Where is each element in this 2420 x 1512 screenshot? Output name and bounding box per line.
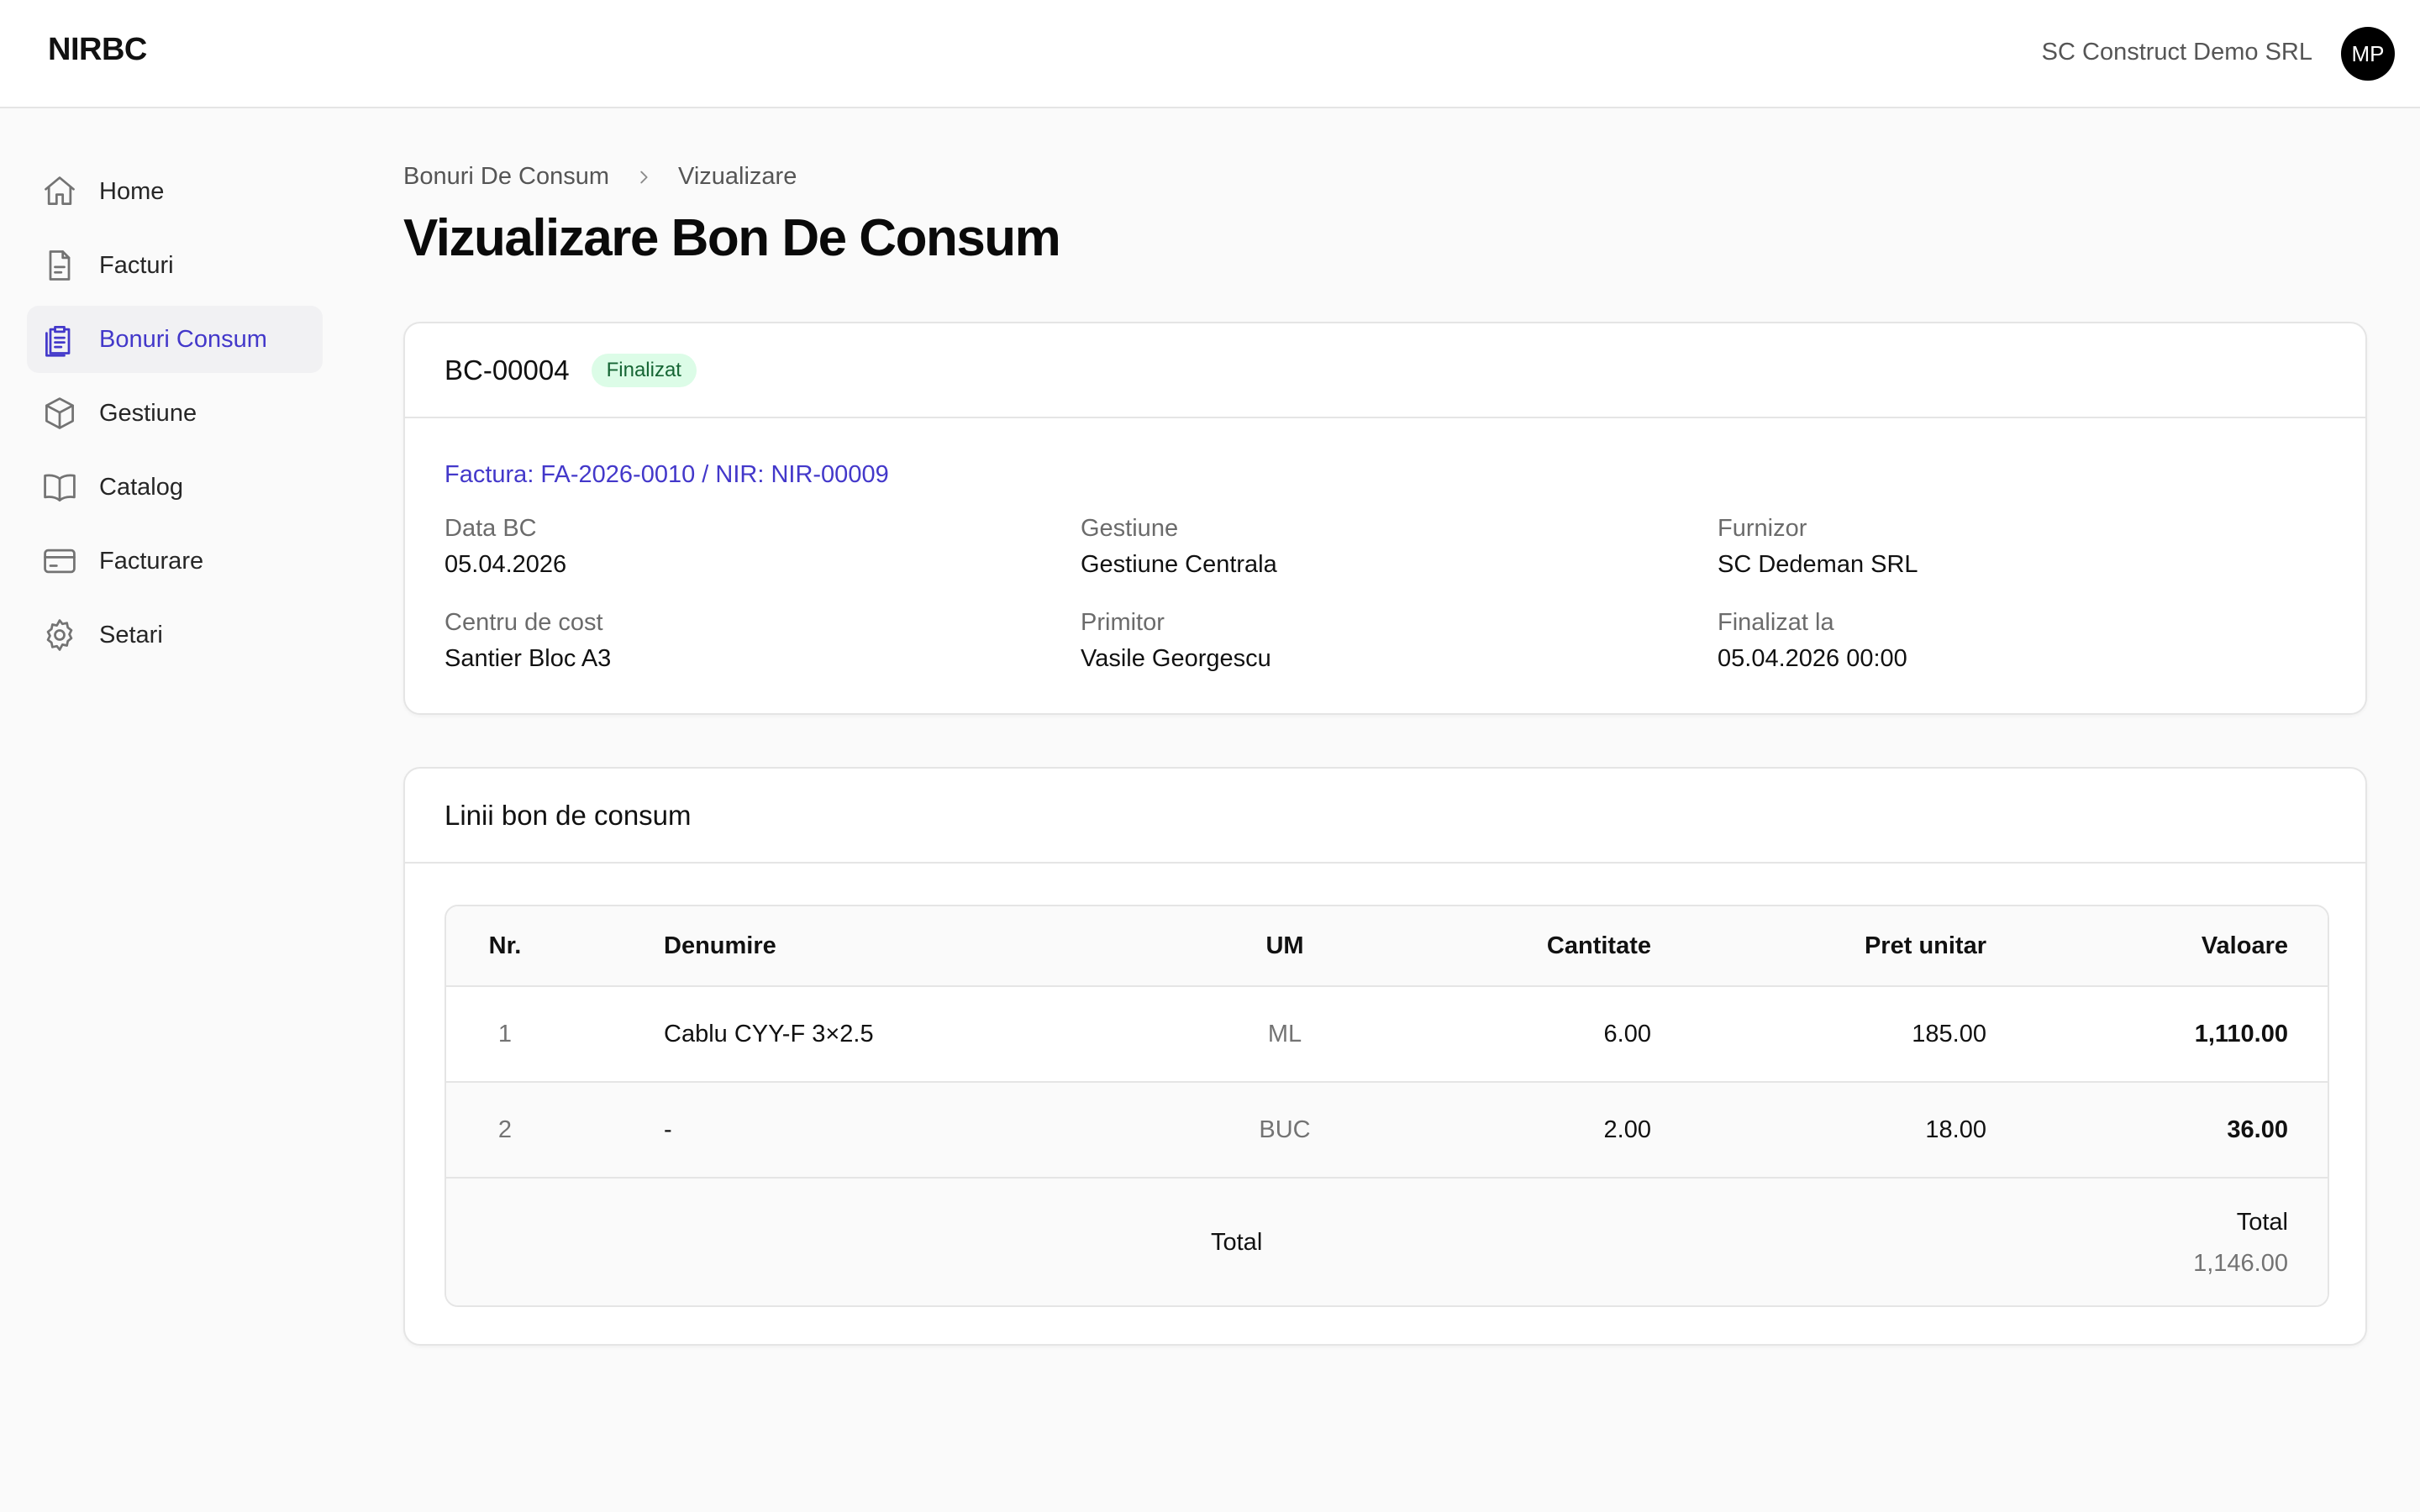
footer-total-summary: Total 1,146.00 (2193, 1209, 2288, 1278)
column-header-um[interactable]: UM (1219, 906, 1350, 985)
field-label: Furnizor (1718, 515, 1807, 542)
avatar[interactable]: MP (2341, 27, 2395, 81)
field-data-bc: Data BC 05.04.2026 (445, 515, 566, 579)
sidebar: Home Facturi Bonuri Consum Gestiune Cata… (27, 158, 323, 675)
breadcrumb: Bonuri De Consum Vizualizare (403, 163, 797, 191)
cell-um: BUC (1259, 1116, 1311, 1143)
consumption-lines-card: Linii bon de consum Nr. Denumire UM Cant… (403, 767, 2367, 1346)
sidebar-item-label: Gestiune (99, 399, 197, 427)
sidebar-item-label: Facturare (99, 547, 204, 575)
column-header-valoare[interactable]: Valoare (2036, 906, 2288, 985)
table-row[interactable]: 2 - BUC 2.00 18.00 36.00 (446, 1083, 2328, 1179)
footer-total-value: 1,146.00 (2193, 1250, 2288, 1277)
sidebar-item-gestiune[interactable]: Gestiune (27, 380, 323, 447)
field-finalizat-la: Finalizat la 05.04.2026 00:00 (1718, 609, 1907, 673)
sidebar-item-catalog[interactable]: Catalog (27, 454, 323, 521)
card-header: BC-00004 Finalizat (405, 323, 2365, 418)
breadcrumb-current: Vizualizare (678, 163, 797, 190)
cell-denumire: - (664, 1116, 672, 1143)
field-gestiune: Gestiune Gestiune Centrala (1081, 515, 1277, 579)
cell-cantitate: 2.00 (1603, 1116, 1651, 1143)
field-value: SC Dedeman SRL (1718, 551, 1918, 578)
column-header-nr[interactable]: Nr. (446, 906, 564, 985)
field-centru-cost: Centru de cost Santier Bloc A3 (445, 609, 611, 673)
footer-total-title: Total (2236, 1209, 2288, 1236)
sidebar-item-label: Bonuri Consum (99, 325, 267, 353)
book-icon (44, 474, 76, 501)
sidebar-item-label: Catalog (99, 473, 183, 501)
sidebar-item-facturare[interactable]: Facturare (27, 528, 323, 595)
document-details-card: BC-00004 Finalizat Factura: FA-2026-0010… (403, 322, 2367, 715)
home-icon (45, 176, 75, 206)
field-value: 05.04.2026 00:00 (1718, 645, 1907, 672)
document-number: BC-00004 (445, 354, 570, 386)
cell-pret-unitar: 185.00 (1912, 1020, 1986, 1047)
company-name[interactable]: SC Construct Demo SRL (2042, 39, 2312, 66)
field-label: Gestiune (1081, 515, 1179, 542)
cell-nr: 2 (497, 1116, 513, 1143)
status-badge: Finalizat (591, 353, 697, 387)
chevron-right-icon (634, 168, 653, 186)
field-value: 05.04.2026 (445, 551, 567, 578)
footer-total-label: Total (1211, 1229, 1263, 1256)
field-label: Primitor (1081, 609, 1165, 636)
cell-nr: 1 (497, 1020, 513, 1047)
cell-pret-unitar: 18.00 (1925, 1116, 1986, 1143)
lines-table: Nr. Denumire UM Cantitate Pret unitar Va… (445, 905, 2329, 1307)
invoice-nir-link[interactable]: Factura: FA-2026-0010 / NIR: NIR-00009 (445, 461, 889, 489)
breadcrumb-link-bonuri[interactable]: Bonuri De Consum (403, 163, 609, 191)
cell-um: ML (1267, 1020, 1302, 1047)
box-icon (45, 397, 74, 429)
file-icon (49, 250, 71, 281)
cell-valoare: 36.00 (2227, 1116, 2288, 1143)
sidebar-item-label: Home (99, 177, 165, 205)
field-value: Gestiune Centrala (1081, 551, 1277, 578)
column-header-pret-unitar[interactable]: Pret unitar (1734, 906, 1986, 985)
sidebar-item-setari[interactable]: Setari (27, 601, 323, 669)
brand-logo[interactable]: NIRBC (48, 32, 147, 68)
cell-denumire: Cablu CYY-F 3×2.5 (664, 1020, 874, 1047)
cell-valoare: 1,110.00 (2194, 1020, 2288, 1047)
field-primitor: Primitor Vasile Georgescu (1081, 609, 1271, 673)
column-header-cantitate[interactable]: Cantitate (1399, 906, 1651, 985)
page-title: Vizualizare Bon De Consum (403, 209, 1061, 267)
field-label: Finalizat la (1718, 609, 1834, 636)
field-label: Centru de cost (445, 609, 603, 636)
gear-icon (46, 619, 73, 651)
top-bar: NIRBC SC Construct Demo SRL MP (0, 0, 2420, 108)
sidebar-item-bonuri-consum[interactable]: Bonuri Consum (27, 306, 323, 373)
clipboard-list-icon (45, 325, 71, 357)
field-label: Data BC (445, 515, 537, 542)
table-header-row: Nr. Denumire UM Cantitate Pret unitar Va… (446, 906, 2328, 987)
sidebar-item-home[interactable]: Home (27, 158, 323, 225)
field-value: Vasile Georgescu (1081, 645, 1271, 672)
sidebar-item-label: Facturi (99, 251, 174, 279)
card-header: Linii bon de consum (405, 769, 2365, 864)
table-footer-row: Total Total 1,146.00 (446, 1179, 2328, 1305)
section-title: Linii bon de consum (445, 799, 692, 831)
column-header-denumire[interactable]: Denumire (664, 906, 1168, 985)
credit-card-icon (44, 549, 76, 574)
field-value: Santier Bloc A3 (445, 645, 612, 672)
cell-cantitate: 6.00 (1603, 1020, 1651, 1047)
table-row[interactable]: 1 Cablu CYY-F 3×2.5 ML 6.00 185.00 1,110… (446, 987, 2328, 1083)
sidebar-item-label: Setari (99, 621, 163, 648)
sidebar-item-facturi[interactable]: Facturi (27, 232, 323, 299)
field-furnizor: Furnizor SC Dedeman SRL (1718, 515, 1918, 579)
